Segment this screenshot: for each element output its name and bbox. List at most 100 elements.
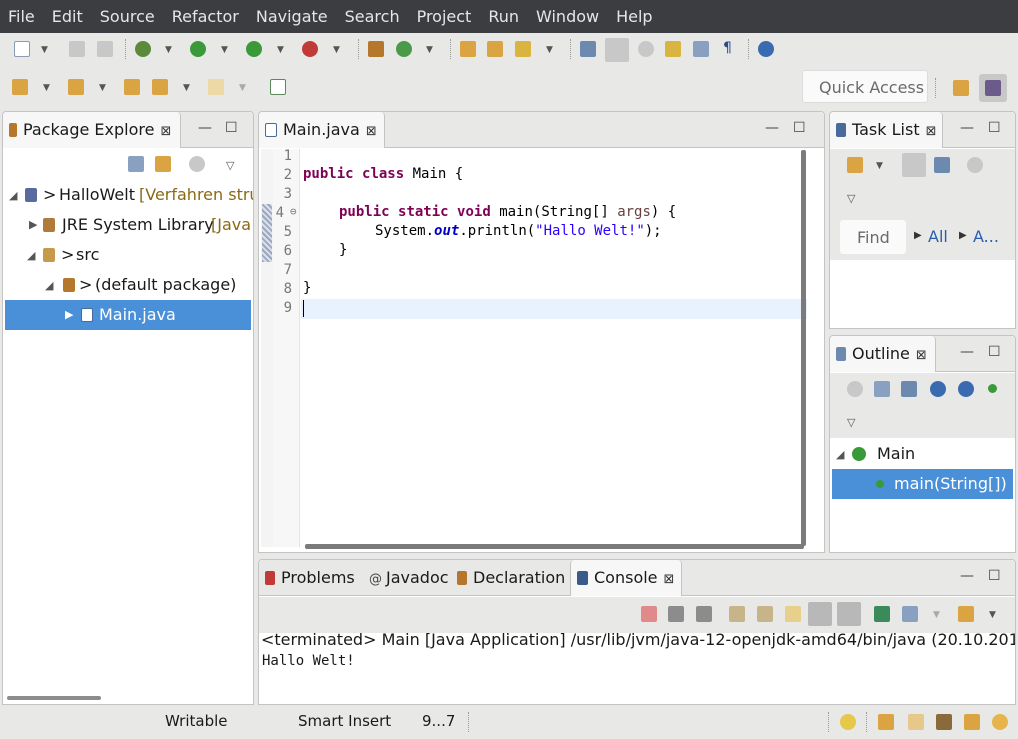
maximize-icon[interactable]: ☐ (225, 120, 238, 136)
new-icon[interactable] (14, 41, 30, 57)
last-edit-icon[interactable] (124, 79, 140, 95)
clear-console-icon[interactable] (729, 606, 745, 622)
fold-icon[interactable]: ⊖ (290, 205, 297, 218)
tutorial-icon[interactable] (936, 714, 952, 730)
external-tools-icon[interactable] (302, 41, 318, 57)
minimize-icon[interactable]: — (960, 568, 974, 584)
debug-dropdown-icon[interactable]: ▼ (165, 45, 172, 55)
menu-help[interactable]: Help (616, 7, 652, 26)
tab-task-list[interactable]: Task List ⊠ (830, 112, 943, 148)
minimize-icon[interactable]: — (960, 344, 974, 360)
java-perspective-icon[interactable] (979, 74, 1007, 102)
save-all-icon[interactable] (97, 41, 113, 57)
collapse-twisty-icon[interactable]: ◢ (45, 279, 53, 292)
pin-console-icon[interactable] (874, 606, 890, 622)
collapse-twisty-icon[interactable]: ◢ (836, 448, 844, 461)
word-wrap-icon[interactable] (785, 606, 801, 622)
minimize-icon[interactable]: — (198, 120, 212, 136)
run-icon[interactable] (190, 41, 206, 57)
show-on-stdout-icon[interactable] (808, 602, 832, 626)
search-icon[interactable] (515, 41, 531, 57)
mark-occurrences-icon[interactable] (605, 38, 629, 62)
tree-item-default-package[interactable]: ◢ > (default package) (3, 270, 253, 300)
wand-icon[interactable] (964, 714, 980, 730)
tree-item-src[interactable]: ◢ > src (3, 240, 253, 270)
close-icon[interactable]: ⊠ (926, 124, 937, 139)
focus-icon[interactable] (847, 381, 863, 397)
open-console-dropdown-icon[interactable]: ▼ (989, 610, 996, 620)
maximize-icon[interactable]: ☐ (793, 120, 806, 136)
search-dropdown-icon[interactable]: ▼ (546, 45, 553, 55)
debug-icon[interactable] (135, 41, 151, 57)
open-perspective-icon[interactable] (947, 74, 975, 102)
show-whitespace-icon[interactable] (665, 41, 681, 57)
toggle-annotation-icon[interactable] (580, 41, 596, 57)
lightbulb-icon[interactable] (840, 714, 856, 730)
menu-edit[interactable]: Edit (52, 7, 83, 26)
view-menu-icon[interactable]: ▽ (847, 192, 855, 205)
skip-breakpoints-icon[interactable] (758, 41, 774, 57)
toggle-breadcrumb-icon[interactable] (693, 41, 709, 57)
new-dropdown-icon[interactable]: ▼ (41, 45, 48, 55)
back-dropdown-icon[interactable]: ▼ (183, 83, 190, 93)
menu-navigate[interactable]: Navigate (256, 7, 328, 26)
save-icon[interactable] (69, 41, 85, 57)
tab-main-java[interactable]: Main.java ⊠ (259, 112, 385, 148)
collapse-all-icon[interactable] (128, 156, 144, 172)
close-icon[interactable]: ⊠ (916, 348, 927, 363)
focus-icon[interactable] (967, 157, 983, 173)
close-icon[interactable]: ⊠ (664, 572, 675, 587)
display-console-icon[interactable] (902, 606, 918, 622)
tab-console[interactable]: Console ⊠ (570, 560, 682, 596)
view-menu-icon[interactable]: ▽ (847, 416, 855, 429)
close-icon[interactable]: ⊠ (366, 124, 377, 139)
view-menu-icon[interactable]: ▽ (226, 159, 234, 172)
new-package-icon[interactable] (368, 41, 384, 57)
menu-refactor[interactable]: Refactor (172, 7, 239, 26)
help-icon[interactable] (992, 714, 1008, 730)
open-console-icon[interactable] (958, 606, 974, 622)
open-type-icon[interactable] (460, 41, 476, 57)
tree-item-main-java[interactable]: ▶ Main.java (5, 300, 251, 330)
sort-icon[interactable] (901, 381, 917, 397)
collapse-all-icon[interactable] (874, 381, 890, 397)
remove-launch-icon[interactable] (668, 606, 684, 622)
external-tools-dropdown-icon[interactable]: ▼ (333, 45, 340, 55)
outline-item-main-class[interactable]: ◢ Main (830, 439, 1015, 469)
horizontal-scrollbar[interactable] (7, 696, 101, 700)
collapse-twisty-icon[interactable]: ◢ (9, 189, 17, 202)
block-selection-icon[interactable] (638, 41, 654, 57)
expand-twisty-icon[interactable]: ▶ (29, 218, 37, 231)
quick-access-input[interactable]: Quick Access (802, 70, 928, 103)
categorized-icon[interactable] (902, 153, 926, 177)
tree-item-project[interactable]: ◢ > HalloWelt [Verfahren stru (3, 180, 253, 210)
menu-source[interactable]: Source (100, 7, 155, 26)
maximize-icon[interactable]: ☐ (988, 344, 1001, 360)
maximize-icon[interactable]: ☐ (988, 568, 1001, 584)
new-class-dropdown-icon[interactable]: ▼ (426, 45, 433, 55)
maximize-icon[interactable]: ☐ (988, 120, 1001, 136)
tab-package-explorer[interactable]: Package Explore ⊠ (3, 112, 181, 148)
previous-annotation-dropdown-icon[interactable]: ▼ (99, 83, 106, 93)
coverage-icon[interactable] (246, 41, 262, 57)
back-icon[interactable] (152, 79, 168, 95)
minimize-icon[interactable]: — (765, 120, 779, 136)
hide-fields-icon[interactable] (930, 381, 946, 397)
progress-icon[interactable] (878, 714, 894, 730)
tree-item-jre[interactable]: ▶ JRE System Library [Java (3, 210, 253, 240)
hide-non-public-icon[interactable] (988, 384, 997, 393)
filter-all-link[interactable]: All (928, 227, 948, 246)
tab-problems[interactable]: Problems (259, 560, 361, 596)
display-console-dropdown-icon[interactable]: ▼ (933, 610, 940, 620)
filter-activate-link[interactable]: A... (973, 227, 999, 246)
next-annotation-icon[interactable] (12, 79, 28, 95)
close-icon[interactable]: ⊠ (160, 124, 171, 139)
forward-icon[interactable] (208, 79, 224, 95)
task-find-input[interactable]: Find (840, 220, 906, 254)
tab-javadoc[interactable]: @ Javadoc (363, 560, 455, 596)
new-task-icon[interactable] (847, 157, 863, 173)
coverage-dropdown-icon[interactable]: ▼ (277, 45, 284, 55)
next-annotation-dropdown-icon[interactable]: ▼ (43, 83, 50, 93)
menu-project[interactable]: Project (417, 7, 472, 26)
new-task-dropdown-icon[interactable]: ▼ (876, 161, 883, 171)
